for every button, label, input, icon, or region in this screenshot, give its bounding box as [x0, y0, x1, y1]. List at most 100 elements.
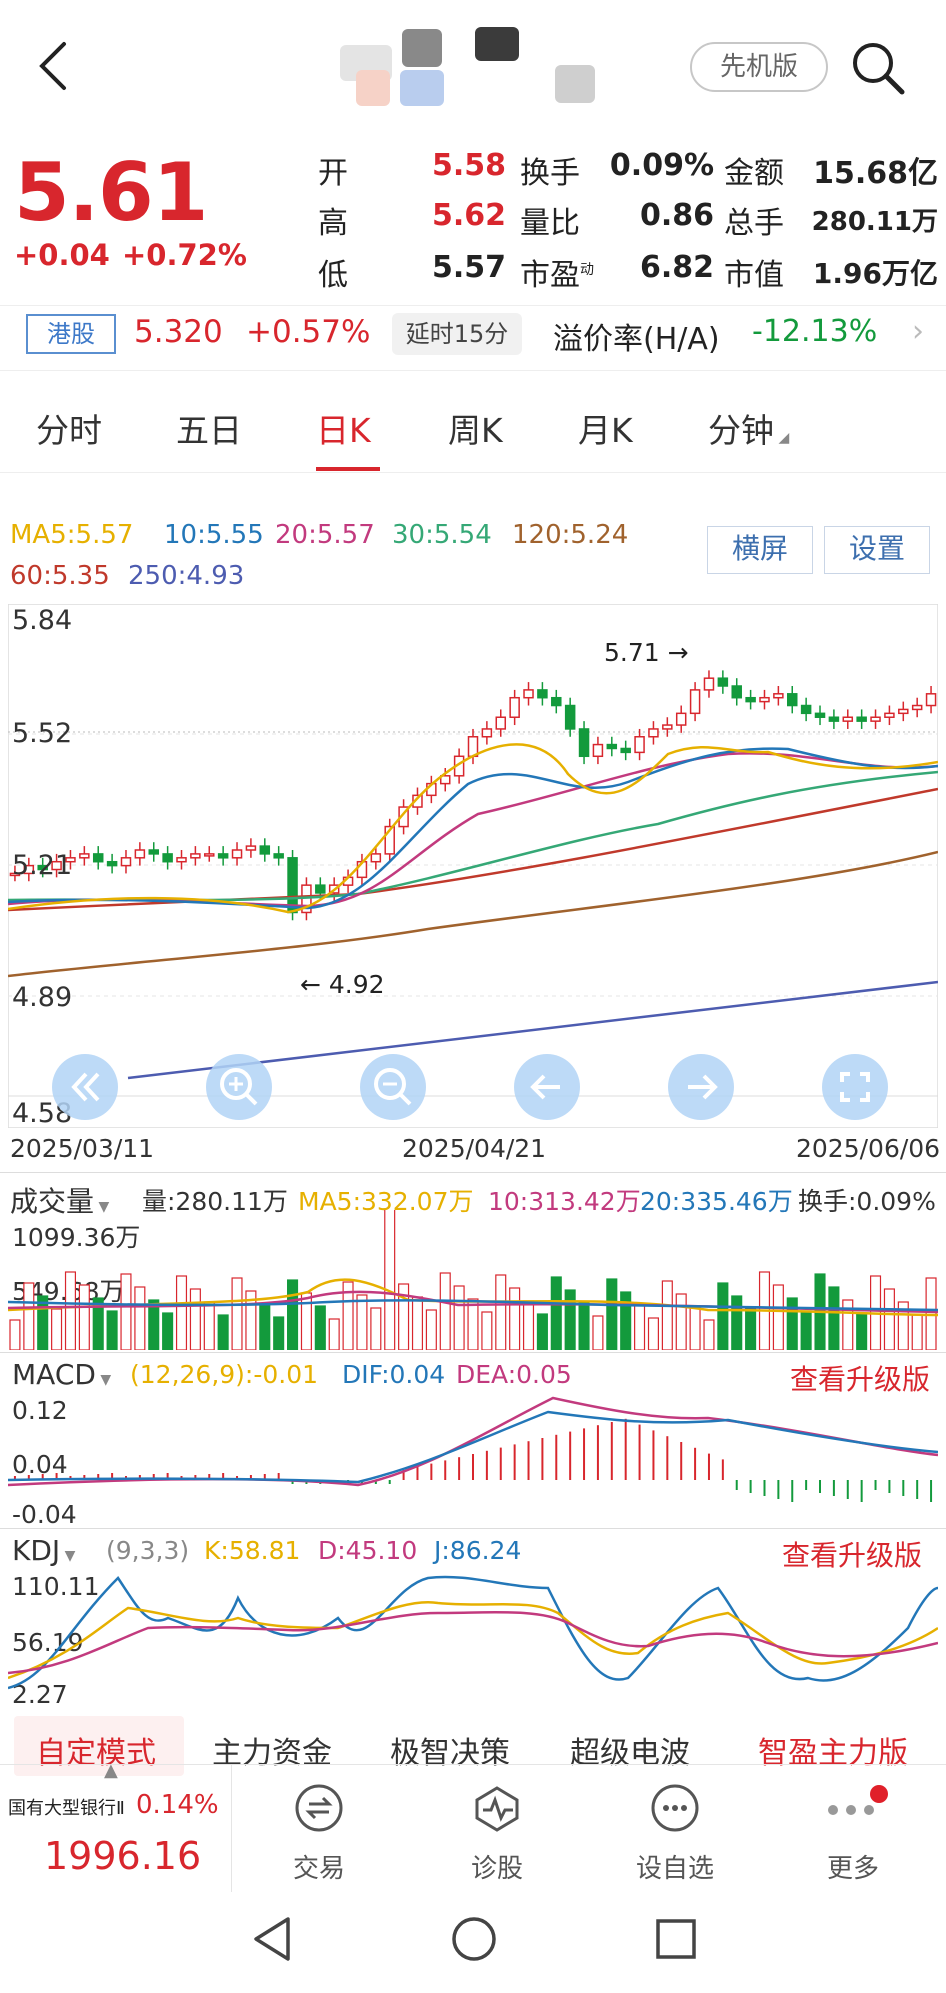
candle-body: [162, 853, 173, 863]
macd-dea: DEA:0.05: [456, 1360, 572, 1389]
tab-monthly-k[interactable]: 月K: [578, 404, 633, 452]
volume-bar: [772, 1284, 784, 1350]
zoom-out-button[interactable]: [360, 1054, 426, 1120]
candle-body: [79, 853, 90, 859]
candle-body: [509, 696, 520, 718]
scroll-right-button[interactable]: [668, 1054, 734, 1120]
volume-bar: [439, 1272, 451, 1350]
fullscreen-button[interactable]: [822, 1054, 888, 1120]
volume-bar: [717, 1282, 729, 1350]
tab-intraday[interactable]: 分时: [36, 404, 102, 452]
index-ticker[interactable]: ▲ 国有大型银行Ⅱ 0.14% 1996.16: [0, 1760, 232, 1892]
ma60-line: [8, 787, 938, 912]
volume-bars: [9, 1210, 937, 1350]
volume-bar: [189, 1288, 201, 1350]
candle-body: [92, 853, 104, 863]
pe-value: 6.82: [639, 250, 714, 285]
x-axis-date: 2025/04/21: [402, 1134, 547, 1163]
volume-bar: [273, 1316, 285, 1350]
scroll-left-fast-button[interactable]: [52, 1054, 118, 1120]
trade-icon: [295, 1784, 343, 1832]
candle-body: [481, 728, 493, 738]
landscape-button[interactable]: 横屏: [707, 526, 813, 574]
nav-diagnose[interactable]: 诊股: [422, 1780, 572, 1885]
volume-bar: [786, 1297, 798, 1350]
tab-minute[interactable]: 分钟 ◢: [708, 404, 789, 452]
volume-bar: [425, 1309, 437, 1350]
kdj-j: J:86.24: [434, 1536, 522, 1565]
volume-bar: [578, 1302, 590, 1350]
more-dots-icon: [828, 1785, 888, 1815]
volume-bar: [564, 1289, 576, 1350]
scroll-left-button[interactable]: [514, 1054, 580, 1120]
volume-bar: [634, 1304, 646, 1350]
divider: [0, 1172, 946, 1173]
settings-button[interactable]: 设置: [824, 526, 930, 574]
back-icon[interactable]: [30, 38, 74, 94]
chevron-right-icon[interactable]: ›: [912, 314, 924, 349]
volume-bar: [148, 1299, 160, 1350]
x-axis-date: 2025/03/11: [10, 1134, 155, 1163]
candlestick-chart[interactable]: [8, 604, 938, 1128]
volume-ratio-value: 0.86: [639, 198, 714, 233]
candle-body: [884, 712, 895, 718]
candle-body: [231, 849, 243, 859]
turnover-value: 0.09%: [609, 148, 714, 183]
macd-params: (12,26,9):-0.01: [130, 1360, 319, 1389]
candle-body: [217, 853, 229, 859]
candle-body: [620, 747, 631, 754]
back-triangle-icon[interactable]: [248, 1913, 296, 1965]
tab-weekly-k[interactable]: 周K: [448, 404, 503, 452]
tab-daily-k[interactable]: 日K: [316, 404, 371, 452]
kdj-d: D:45.10: [318, 1536, 418, 1565]
price-change-pct: +0.72%: [122, 238, 247, 272]
volume-bar: [731, 1295, 743, 1350]
recents-square-icon[interactable]: [652, 1915, 700, 1963]
x-axis-date: 2025/06/06: [796, 1134, 941, 1163]
kdj-chart[interactable]: [8, 1568, 938, 1698]
divider: [0, 1528, 946, 1529]
kdj-k: K:58.81: [204, 1536, 301, 1565]
total-volume-label: 总手: [724, 206, 784, 241]
search-icon[interactable]: [848, 38, 908, 98]
candle-body: [717, 677, 729, 687]
volume-bar: [467, 1298, 479, 1350]
high-label: 高: [318, 206, 348, 241]
candle-body: [828, 716, 840, 722]
price-change: +0.04: [14, 238, 110, 272]
volume-bar: [300, 1292, 312, 1350]
nav-watchlist[interactable]: 设自选: [600, 1780, 750, 1885]
macd-panel-title[interactable]: MACD ▼: [12, 1358, 111, 1391]
mode-button[interactable]: 先机版: [690, 42, 828, 92]
tab-five-day[interactable]: 五日: [176, 404, 242, 452]
zoom-in-button[interactable]: [206, 1054, 272, 1120]
volume-bar: [536, 1313, 548, 1350]
volume-bar: [411, 1296, 424, 1350]
candle-body: [675, 712, 687, 726]
volume-bar: [328, 1318, 340, 1350]
candle-body: [370, 853, 382, 863]
macd-chart[interactable]: [8, 1390, 938, 1520]
candle-body: [773, 693, 784, 699]
volume-bar: [522, 1300, 535, 1350]
nav-more[interactable]: 更多: [778, 1780, 928, 1885]
hk-change-pct: +0.57%: [246, 314, 371, 350]
ma20-legend: 20:5.57: [275, 520, 375, 550]
kdj-panel-title[interactable]: KDJ ▼: [12, 1534, 75, 1567]
candle-body: [495, 716, 507, 730]
volume-chart[interactable]: [8, 1210, 938, 1350]
ma10-line: [8, 747, 938, 910]
candle-body: [120, 857, 132, 867]
volume-bar: [606, 1278, 618, 1350]
candle-body: [106, 860, 118, 867]
macd-dif: DIF:0.04: [342, 1360, 446, 1389]
turnover-label: 换手: [520, 156, 580, 191]
volume-bar: [509, 1287, 521, 1350]
nav-trade[interactable]: 交易: [244, 1780, 394, 1885]
volume-bar: [800, 1310, 812, 1350]
y-axis-label: 5.52: [12, 718, 73, 749]
candle-body: [523, 689, 534, 699]
home-circle-icon[interactable]: [448, 1913, 500, 1965]
candle-body: [689, 689, 701, 715]
volume-bar: [134, 1286, 146, 1350]
